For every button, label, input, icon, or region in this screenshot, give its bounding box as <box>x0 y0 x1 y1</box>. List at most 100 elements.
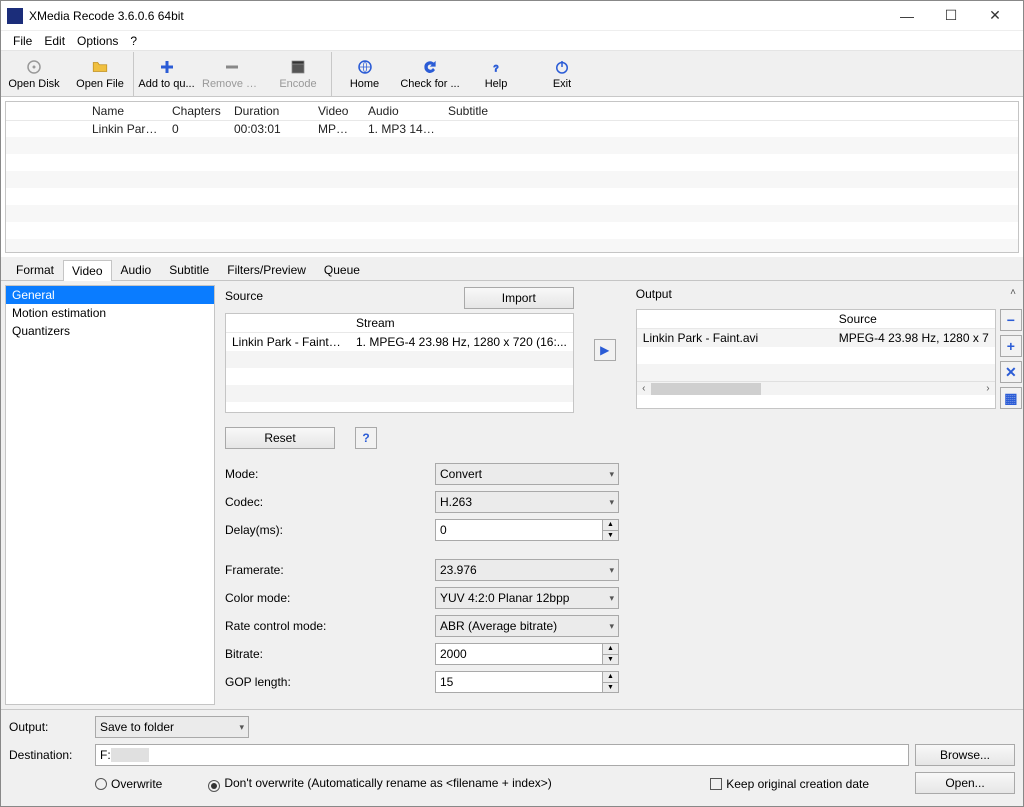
tab-video[interactable]: Video <box>63 260 111 281</box>
destination-label: Destination: <box>9 748 89 762</box>
import-button[interactable]: Import <box>464 287 574 309</box>
codec-combo[interactable]: H.263▾ <box>435 491 619 513</box>
ratecontrol-label: Rate control mode: <box>225 619 435 633</box>
overwrite-radio[interactable]: Overwrite <box>95 776 162 791</box>
chevron-down-icon: ▾ <box>609 621 614 632</box>
refresh-icon <box>421 58 439 76</box>
keep-date-checkbox[interactable]: Keep original creation date <box>710 776 869 791</box>
folder-icon <box>91 58 109 76</box>
output-mode-combo[interactable]: Save to folder▾ <box>95 716 249 738</box>
toolbar-check-updates[interactable]: Check for ... <box>397 52 463 96</box>
form-area: ˄ Source Import Stream Linkin Park - Fai… <box>215 281 1023 709</box>
source-table[interactable]: Stream Linkin Park - Faint.avi 1. MPEG-4… <box>225 313 574 413</box>
clapper-icon <box>289 58 307 76</box>
tab-audio[interactable]: Audio <box>112 259 161 280</box>
toolbar-help[interactable]: ? Help <box>463 52 529 96</box>
side-item-quantizers[interactable]: Quantizers <box>6 322 214 340</box>
output-table[interactable]: Source Linkin Park - Faint.avi MPEG-4 23… <box>636 309 996 409</box>
col-audio[interactable]: Audio <box>362 102 442 120</box>
source-title: Source <box>225 289 263 303</box>
toolbar-add-queue[interactable]: Add to qu... <box>133 52 199 96</box>
menu-file[interactable]: File <box>7 32 38 50</box>
mode-combo[interactable]: Convert▾ <box>435 463 619 485</box>
move-right-button[interactable]: ▶ <box>594 339 616 361</box>
menu-help[interactable]: ? <box>124 32 143 50</box>
dont-overwrite-radio[interactable]: Don't overwrite (Automatically rename as… <box>208 776 704 790</box>
framerate-label: Framerate: <box>225 563 435 577</box>
reset-button[interactable]: Reset <box>225 427 335 449</box>
minimize-button[interactable]: — <box>885 2 929 30</box>
tab-subtitle[interactable]: Subtitle <box>160 259 218 280</box>
chevron-down-icon: ▾ <box>609 565 614 576</box>
bottom-panel: Output: Save to folder▾ Destination: F: … <box>1 709 1023 806</box>
chevron-down-icon: ▾ <box>239 722 244 733</box>
scroll-up-icon[interactable]: ˄ <box>1010 285 1016 299</box>
output-clear-button[interactable]: ✕ <box>1000 361 1022 383</box>
open-button[interactable]: Open... <box>915 772 1015 794</box>
toolbar-open-disk[interactable]: Open Disk <box>1 52 67 96</box>
browse-button[interactable]: Browse... <box>915 744 1015 766</box>
menu-edit[interactable]: Edit <box>38 32 71 50</box>
close-button[interactable]: ✕ <box>973 2 1017 30</box>
ratecontrol-combo[interactable]: ABR (Average bitrate)▾ <box>435 615 619 637</box>
col-name[interactable]: Name <box>86 102 166 120</box>
output-hscroll[interactable]: ‹ › <box>637 381 995 395</box>
maximize-button[interactable]: ☐ <box>929 2 973 30</box>
tab-format[interactable]: Format <box>7 259 63 280</box>
redacted-path <box>111 748 149 762</box>
col-stream[interactable]: Stream <box>350 314 573 332</box>
bitrate-input[interactable]: ▲▼ <box>435 643 619 665</box>
file-table[interactable]: Name Chapters Duration Video Audio Subti… <box>5 101 1019 253</box>
power-icon <box>553 58 571 76</box>
output-title: Output <box>636 287 672 301</box>
globe-icon <box>356 58 374 76</box>
svg-text:?: ? <box>493 63 499 73</box>
toolbar-exit[interactable]: Exit <box>529 52 595 96</box>
minus-icon <box>223 58 241 76</box>
destination-input[interactable]: F: <box>95 744 909 766</box>
gop-label: GOP length: <box>225 675 435 689</box>
delay-input[interactable]: ▲▼ <box>435 519 619 541</box>
output-remove-button[interactable]: − <box>1000 309 1022 331</box>
delay-spinner[interactable]: ▲▼ <box>602 520 618 540</box>
col-duration[interactable]: Duration <box>228 102 312 120</box>
video-settings-list[interactable]: General Motion estimation Quantizers <box>5 285 215 705</box>
mode-label: Mode: <box>225 467 435 481</box>
output-mode-label: Output: <box>9 720 89 734</box>
output-grid-button[interactable]: ▦ <box>1000 387 1022 409</box>
chevron-down-icon: ▾ <box>609 593 614 604</box>
menu-bar: File Edit Options ? <box>1 31 1023 51</box>
gop-input[interactable]: ▲▼ <box>435 671 619 693</box>
tab-queue[interactable]: Queue <box>315 259 369 280</box>
delay-label: Delay(ms): <box>225 523 435 537</box>
tab-filters[interactable]: Filters/Preview <box>218 259 315 280</box>
output-add-button[interactable]: + <box>1000 335 1022 357</box>
file-table-row[interactable]: Linkin Park -... 0 00:03:01 MPEG-... 1. … <box>6 121 1018 137</box>
codec-label: Codec: <box>225 495 435 509</box>
col-video[interactable]: Video <box>312 102 362 120</box>
col-subtitle[interactable]: Subtitle <box>442 102 522 120</box>
field-help-button[interactable]: ? <box>355 427 377 449</box>
vertical-scrollbar[interactable]: ˄ <box>1005 285 1021 299</box>
toolbar: Open Disk Open File Add to qu... Remove … <box>1 51 1023 97</box>
side-item-motion[interactable]: Motion estimation <box>6 304 214 322</box>
col-chapters[interactable]: Chapters <box>166 102 228 120</box>
bitrate-spinner[interactable]: ▲▼ <box>602 644 618 664</box>
colormode-combo[interactable]: YUV 4:2:0 Planar 12bpp▾ <box>435 587 619 609</box>
app-icon <box>7 8 23 24</box>
chevron-down-icon: ▾ <box>609 497 614 508</box>
toolbar-home[interactable]: Home <box>331 52 397 96</box>
question-icon: ? <box>487 58 505 76</box>
toolbar-encode[interactable]: Encode <box>265 52 331 96</box>
title-bar: XMedia Recode 3.6.0.6 64bit — ☐ ✕ <box>1 1 1023 31</box>
col-source[interactable]: Source <box>833 310 995 328</box>
menu-options[interactable]: Options <box>71 32 124 50</box>
gop-spinner[interactable]: ▲▼ <box>602 672 618 692</box>
side-item-general[interactable]: General <box>6 286 214 304</box>
toolbar-remove-job[interactable]: Remove Job <box>199 52 265 96</box>
toolbar-open-file[interactable]: Open File <box>67 52 133 96</box>
framerate-combo[interactable]: 23.976▾ <box>435 559 619 581</box>
disc-icon <box>25 58 43 76</box>
bitrate-label: Bitrate: <box>225 647 435 661</box>
chevron-down-icon: ▾ <box>609 469 614 480</box>
